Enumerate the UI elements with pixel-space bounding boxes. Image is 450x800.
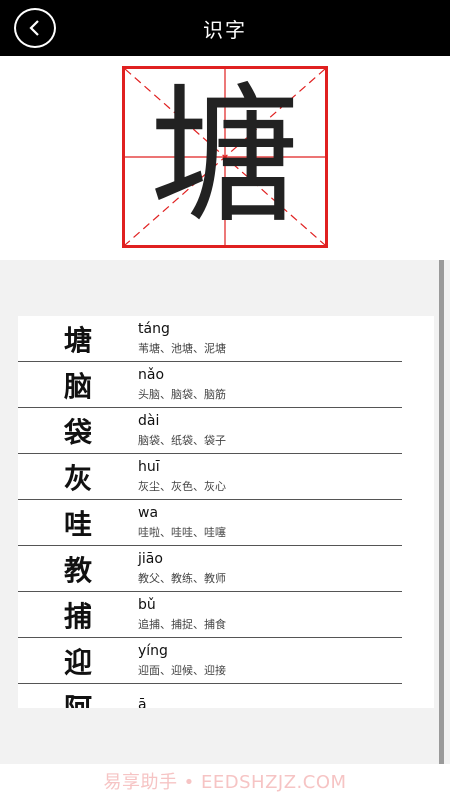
list-item-pinyin: ā xyxy=(138,697,147,708)
list-item-words: 苇塘、池塘、泥塘 xyxy=(138,342,226,355)
page-title: 识字 xyxy=(203,17,247,42)
list-item-words: 灰尘、灰色、灰心 xyxy=(138,480,226,493)
watermark: 易享助手 • EEDSHZJZ.COM xyxy=(103,772,347,793)
list-item-char: 哇 xyxy=(63,507,92,541)
character-list[interactable]: 塘 táng 苇塘、池塘、泥塘 脑 nǎo 头脑、脑袋、脑筋 袋 dài 脑袋、… xyxy=(18,316,434,708)
list-item-pinyin: wa xyxy=(138,505,159,521)
scrollbar[interactable] xyxy=(439,260,444,764)
list-item-char: 阿 xyxy=(63,691,92,709)
list-item-char: 塘 xyxy=(63,323,92,357)
list-item-char: 捕 xyxy=(63,599,92,633)
app-header: 识字 xyxy=(0,0,450,56)
list-item-pinyin: táng xyxy=(138,321,170,337)
list-item-pinyin: dài xyxy=(138,413,160,429)
list-item-words: 头脑、脑袋、脑筋 xyxy=(138,388,226,401)
list-item-pinyin: yíng xyxy=(138,643,168,659)
list-item[interactable]: 袋 dài 脑袋、纸袋、袋子 xyxy=(18,408,402,454)
scrollbar-thumb[interactable] xyxy=(439,260,444,764)
list-item-pinyin: huī xyxy=(138,459,160,475)
back-button[interactable] xyxy=(14,8,56,48)
list-item[interactable]: 塘 táng 苇塘、池塘、泥塘 xyxy=(18,316,402,362)
tianzige-grid: 塘 xyxy=(122,66,328,248)
list-item-char: 教 xyxy=(63,553,92,587)
list-item-char: 袋 xyxy=(63,415,92,449)
list-item[interactable]: 迎 yíng 迎面、迎候、迎接 xyxy=(18,638,402,684)
list-item-pinyin: nǎo xyxy=(138,367,165,383)
list-item-char: 迎 xyxy=(63,645,92,679)
list-item-words: 教父、教练、教师 xyxy=(138,572,226,585)
character-list-area[interactable]: 塘 táng 苇塘、池塘、泥塘 脑 nǎo 头脑、脑袋、脑筋 袋 dài 脑袋、… xyxy=(0,260,450,764)
list-item-words: 追捕、捕捉、捕食 xyxy=(138,618,226,631)
list-item[interactable]: 教 jiāo 教父、教练、教师 xyxy=(18,546,402,592)
focus-character: 塘 xyxy=(149,70,300,244)
character-display: 塘 xyxy=(0,56,450,260)
list-item-pinyin: bǔ xyxy=(138,597,156,613)
list-item[interactable]: 捕 bǔ 追捕、捕捉、捕食 xyxy=(18,592,402,638)
list-item-pinyin: jiāo xyxy=(138,551,163,567)
list-item-char: 脑 xyxy=(63,369,92,403)
chevron-left-icon xyxy=(29,20,39,36)
list-item[interactable]: 灰 huī 灰尘、灰色、灰心 xyxy=(18,454,402,500)
list-item[interactable]: 脑 nǎo 头脑、脑袋、脑筋 xyxy=(18,362,402,408)
list-item-char: 灰 xyxy=(63,461,92,495)
list-item[interactable]: 阿 ā xyxy=(18,684,402,709)
list-item-words: 哇啦、哇哇、哇噻 xyxy=(138,526,226,539)
list-item[interactable]: 哇 wa 哇啦、哇哇、哇噻 xyxy=(18,500,402,546)
list-item-words: 脑袋、纸袋、袋子 xyxy=(138,434,226,447)
list-item-words: 迎面、迎候、迎接 xyxy=(138,664,226,677)
